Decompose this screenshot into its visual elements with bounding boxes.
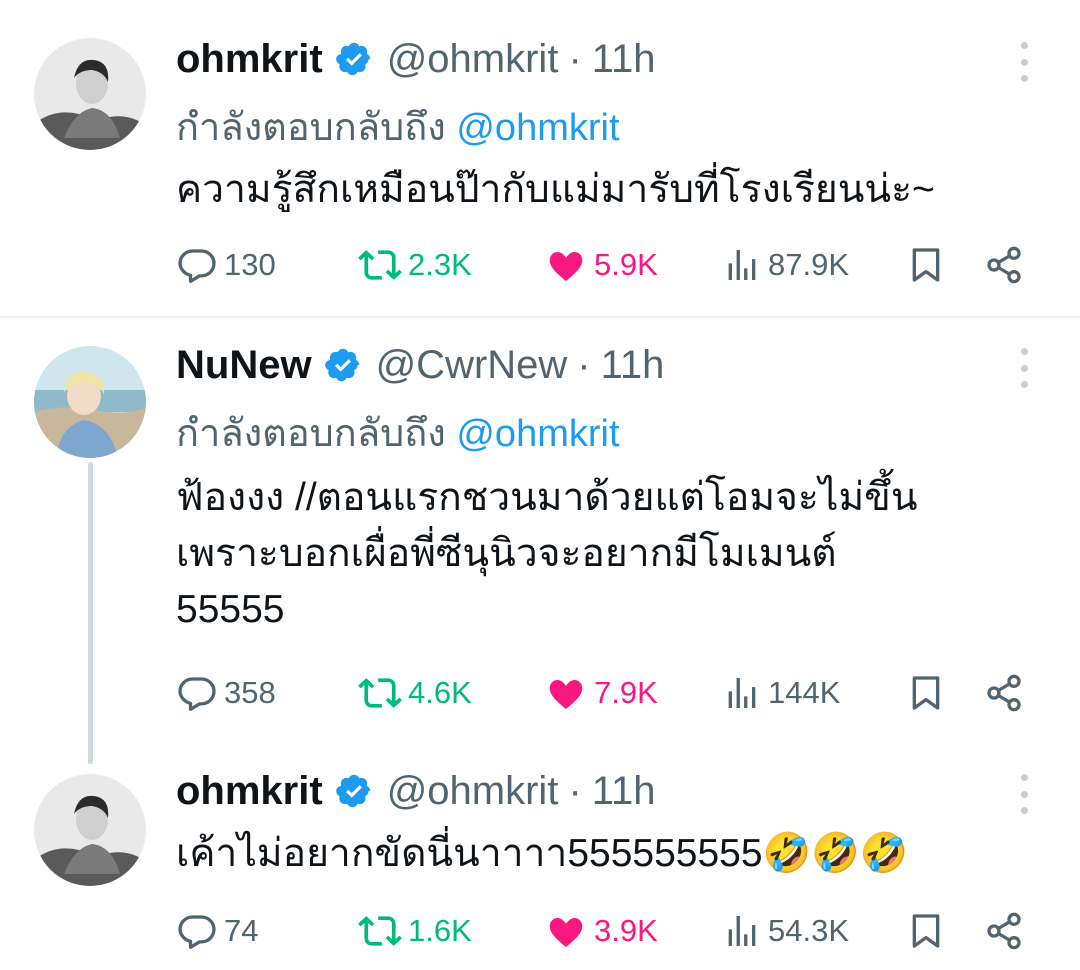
retweet-button[interactable]: 2.3K xyxy=(358,242,472,288)
avatar-ohmkrit[interactable] xyxy=(34,38,146,150)
tweet-text: ฟ้องงง //ตอนแรกชวนมาด้วยแต่โอมจะไม่ขึ้น … xyxy=(176,476,918,631)
share-icon xyxy=(984,911,1024,951)
tweet-divider xyxy=(0,316,1080,318)
verified-badge-icon xyxy=(324,346,362,384)
bookmark-button[interactable] xyxy=(906,908,946,954)
heart-icon xyxy=(544,243,588,287)
like-button[interactable]: 3.9K xyxy=(544,908,658,954)
reply-icon xyxy=(176,672,218,714)
reply-count: 74 xyxy=(224,913,259,948)
avatar-photo-icon xyxy=(34,38,146,150)
tweet-text: ความรู้สึกเหมือนป๊ากับแม่มารับที่โรงเรีย… xyxy=(176,168,935,211)
avatar-ohmkrit[interactable] xyxy=(34,774,146,886)
tweet-actions: 74 1.6K 3.9K 54.3K xyxy=(176,908,1036,954)
username[interactable]: @ohmkrit xyxy=(387,769,559,814)
retweet-icon xyxy=(358,909,402,953)
views-chart-icon xyxy=(722,673,762,713)
like-button[interactable]: 5.9K xyxy=(544,242,658,288)
display-name[interactable]: ohmkrit xyxy=(176,769,323,814)
views-chart-icon xyxy=(722,245,762,285)
mention-link[interactable]: @ohmkrit xyxy=(456,413,619,455)
retweet-count: 4.6K xyxy=(408,675,472,710)
verified-badge-icon xyxy=(335,772,373,810)
replying-to-label: กำลังตอบกลับถึง xyxy=(176,413,446,455)
bookmark-icon xyxy=(906,673,946,713)
tweet-header: ohmkrit @ohmkrit · 11h xyxy=(176,766,656,816)
avatar-nunew[interactable] xyxy=(34,346,146,458)
bookmark-button[interactable] xyxy=(906,670,946,716)
retweet-button[interactable]: 1.6K xyxy=(358,908,472,954)
heart-icon xyxy=(544,909,588,953)
retweet-icon xyxy=(358,243,402,287)
replying-to-label: กำลังตอบกลับถึง xyxy=(176,107,446,149)
views-count: 144K xyxy=(768,675,841,710)
retweet-button[interactable]: 4.6K xyxy=(358,670,472,716)
views-count: 87.9K xyxy=(768,247,850,282)
views-button[interactable]: 87.9K xyxy=(722,242,849,288)
tweet-text: เค้าไม่อยากขัดนี่นาาาา555555555🤣🤣🤣 xyxy=(176,832,909,875)
tweet-actions: 130 2.3K 5.9K 87.9K xyxy=(176,242,1036,288)
replying-to: กำลังตอบกลับถึง @ohmkrit xyxy=(176,402,620,463)
retweet-icon xyxy=(358,671,402,715)
separator-dot: · xyxy=(568,768,582,813)
mention-link[interactable]: @ohmkrit xyxy=(456,107,619,149)
username[interactable]: @ohmkrit xyxy=(387,37,559,82)
more-options-icon[interactable] xyxy=(1014,42,1034,82)
bookmark-icon xyxy=(906,911,946,951)
retweet-count: 2.3K xyxy=(408,247,472,282)
timestamp[interactable]: 11h xyxy=(601,343,665,388)
timestamp[interactable]: 11h xyxy=(592,37,656,82)
like-count: 3.9K xyxy=(594,913,658,948)
reply-icon xyxy=(176,910,218,952)
tweet-header: ohmkrit @ohmkrit · 11h xyxy=(176,34,656,84)
retweet-count: 1.6K xyxy=(408,913,472,948)
bookmark-icon xyxy=(906,245,946,285)
verified-badge-icon xyxy=(335,40,373,78)
bookmark-button[interactable] xyxy=(906,242,946,288)
more-options-icon[interactable] xyxy=(1014,774,1034,814)
replying-to: กำลังตอบกลับถึง @ohmkrit xyxy=(176,96,620,157)
like-count: 7.9K xyxy=(594,675,658,710)
share-icon xyxy=(984,245,1024,285)
tweet-header: NuNew @CwrNew · 11h xyxy=(176,340,664,390)
reply-button[interactable]: 130 xyxy=(176,242,276,288)
avatar-photo-icon xyxy=(34,346,146,458)
share-button[interactable] xyxy=(984,242,1024,288)
more-options-icon[interactable] xyxy=(1014,348,1034,388)
like-count: 5.9K xyxy=(594,247,658,282)
display-name[interactable]: NuNew xyxy=(176,343,312,388)
reply-button[interactable]: 74 xyxy=(176,908,258,954)
avatar-photo-icon xyxy=(34,774,146,886)
username[interactable]: @CwrNew xyxy=(376,343,568,388)
share-button[interactable] xyxy=(984,908,1024,954)
views-count: 54.3K xyxy=(768,913,850,948)
timestamp[interactable]: 11h xyxy=(592,769,656,814)
share-button[interactable] xyxy=(984,670,1024,716)
heart-icon xyxy=(544,671,588,715)
tweet-actions: 358 4.6K 7.9K 144K xyxy=(176,670,1036,716)
views-button[interactable]: 144K xyxy=(722,670,840,716)
separator-dot: · xyxy=(568,36,582,81)
separator-dot: · xyxy=(577,342,591,387)
thread-line xyxy=(88,462,93,764)
share-icon xyxy=(984,673,1024,713)
reply-button[interactable]: 358 xyxy=(176,670,276,716)
reply-count: 358 xyxy=(224,675,276,710)
like-button[interactable]: 7.9K xyxy=(544,670,658,716)
views-chart-icon xyxy=(722,911,762,951)
reply-icon xyxy=(176,244,218,286)
views-button[interactable]: 54.3K xyxy=(722,908,849,954)
reply-count: 130 xyxy=(224,247,276,282)
display-name[interactable]: ohmkrit xyxy=(176,37,323,82)
